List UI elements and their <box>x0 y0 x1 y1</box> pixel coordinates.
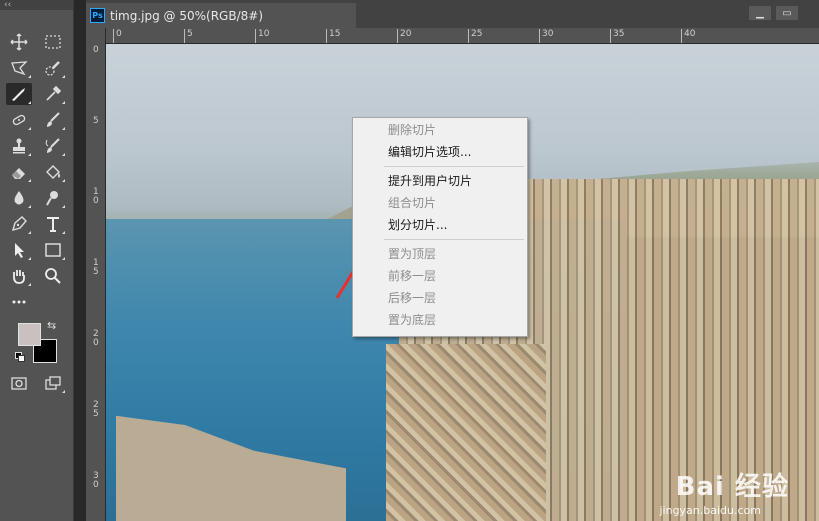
ruler-tick-label: 25 <box>471 29 483 39</box>
brush-tool-button[interactable] <box>40 109 66 131</box>
maximize-button[interactable]: ▭ <box>776 6 798 20</box>
ruler-tick <box>539 29 540 43</box>
eraser-tool-button[interactable] <box>6 161 32 183</box>
watermark-logo: Bai 经验 <box>675 472 789 502</box>
ruler-tick <box>184 29 185 43</box>
pen-tool-button[interactable] <box>6 213 32 235</box>
slice-icon <box>12 88 25 101</box>
path-select-tool-button[interactable] <box>6 239 32 261</box>
collapse-panel-button[interactable]: ‹‹ <box>0 0 73 10</box>
document-title: timg.jpg @ 50%(RGB/8#) <box>110 8 263 23</box>
history-brush-tool-button[interactable] <box>40 135 66 157</box>
ruler-tick <box>397 29 398 43</box>
ruler-tick-label: 10 <box>258 29 270 39</box>
marquee-tool-button[interactable] <box>40 31 66 53</box>
ruler-tick <box>255 29 256 43</box>
menu-item-send-backward[interactable]: 后移一层 <box>353 287 527 309</box>
ruler-tick-label: 20 <box>400 29 412 39</box>
foreground-color-swatch[interactable] <box>18 323 41 346</box>
menu-item-bring-forward[interactable]: 前移一层 <box>353 265 527 287</box>
paint-bucket-icon <box>46 165 60 179</box>
brush-icon <box>47 112 60 127</box>
menu-separator <box>384 239 524 240</box>
quick-mask-icon <box>11 377 27 390</box>
hand-tool-button[interactable] <box>6 265 32 287</box>
horizontal-ruler[interactable]: 0 5 10 15 20 25 30 35 40 <box>105 28 819 44</box>
eyedropper-icon <box>46 85 62 101</box>
swap-colors-icon[interactable]: ⇆ <box>47 319 56 332</box>
menu-item-bring-to-front[interactable]: 置为顶层 <box>353 243 527 265</box>
ruler-tick <box>113 29 114 43</box>
document-tab-bar: Ps timg.jpg @ 50%(RGB/8#) ▁ ▭ <box>86 0 819 29</box>
lasso-tool-button[interactable] <box>6 57 32 79</box>
minimize-button[interactable]: ▁ <box>749 6 771 20</box>
ruler-tick-label: 0 <box>93 45 99 55</box>
ruler-tick-label: 0 <box>116 29 122 39</box>
menu-item-edit-slice-options[interactable]: 编辑切片选项... <box>353 141 527 163</box>
ruler-tick-label: 3 0 <box>93 471 99 490</box>
more-tools-button[interactable] <box>6 291 32 313</box>
clone-stamp-icon <box>13 138 25 154</box>
shape-tool-button[interactable] <box>40 239 66 261</box>
healing-brush-icon <box>12 114 26 126</box>
path-selection-icon <box>15 243 24 258</box>
dodge-icon <box>46 191 58 206</box>
default-colors-icon[interactable] <box>15 352 25 362</box>
quick-mask-button[interactable] <box>6 372 32 394</box>
ruler-tick-label: 35 <box>613 29 625 39</box>
ruler-tick-label: 1 0 <box>93 187 99 206</box>
harbor-buildings <box>386 344 546 521</box>
quick-select-tool-button[interactable] <box>40 57 66 79</box>
ruler-tick-label: 2 0 <box>93 329 99 348</box>
menu-item-combine-slices[interactable]: 组合切片 <box>353 192 527 214</box>
hand-icon <box>13 270 25 284</box>
rectangle-shape-icon <box>45 243 61 257</box>
ruler-tick <box>610 29 611 43</box>
ruler-tick <box>681 29 682 43</box>
ruler-tick <box>468 29 469 43</box>
screen-mode-icon <box>45 376 61 390</box>
ellipsis-icon <box>12 300 26 304</box>
blur-icon <box>14 191 24 205</box>
zoom-tool-button[interactable] <box>40 265 66 287</box>
menu-item-delete-slice[interactable]: 删除切片 <box>353 119 527 141</box>
screen-mode-button[interactable] <box>40 372 66 394</box>
menu-item-send-to-back[interactable]: 置为底层 <box>353 309 527 331</box>
type-tool-button[interactable] <box>40 213 66 235</box>
rect-marquee-icon <box>45 35 61 49</box>
polygonal-lasso-icon <box>11 61 28 76</box>
eraser-icon <box>12 168 25 179</box>
quick-select-icon <box>45 61 60 76</box>
ruler-tick <box>326 29 327 43</box>
paint-bucket-tool-button[interactable] <box>40 161 66 183</box>
slice-tool-button[interactable] <box>6 83 32 105</box>
watermark-url: jingyan.baidu.com <box>659 504 761 517</box>
move-icon <box>10 33 28 51</box>
dodge-tool-button[interactable] <box>40 187 66 209</box>
zoom-icon <box>45 268 61 284</box>
pen-icon <box>11 216 27 232</box>
menu-item-divide-slice[interactable]: 划分切片... <box>353 214 527 236</box>
document-tab[interactable]: Ps timg.jpg @ 50%(RGB/8#) <box>86 3 356 28</box>
blur-tool-button[interactable] <box>6 187 32 209</box>
eyedropper-tool-button[interactable] <box>40 83 66 105</box>
history-brush-icon <box>45 138 60 153</box>
menu-separator <box>384 166 524 167</box>
ruler-tick-label: 15 <box>329 29 341 39</box>
ruler-tick-label: 40 <box>684 29 696 39</box>
vertical-ruler[interactable]: 0 5 1 0 1 5 2 0 2 5 3 0 <box>86 28 106 521</box>
move-tool-button[interactable] <box>6 31 32 53</box>
slice-context-menu: 删除切片 编辑切片选项... 提升到用户切片 组合切片 划分切片... 置为顶层… <box>352 117 528 337</box>
photoshop-icon: Ps <box>90 8 105 23</box>
menu-item-promote-to-user-slice[interactable]: 提升到用户切片 <box>353 170 527 192</box>
ruler-tick-label: 5 <box>187 29 193 39</box>
tools-panel: ‹‹ ⇆ <box>0 0 74 521</box>
stamp-tool-button[interactable] <box>6 135 32 157</box>
ruler-tick-label: 2 5 <box>93 400 99 419</box>
ruler-tick-label: 5 <box>93 116 99 126</box>
ruler-tick-label: 30 <box>542 29 554 39</box>
ruler-tick-label: 1 5 <box>93 258 99 277</box>
type-icon <box>47 217 59 232</box>
healing-tool-button[interactable] <box>6 109 32 131</box>
